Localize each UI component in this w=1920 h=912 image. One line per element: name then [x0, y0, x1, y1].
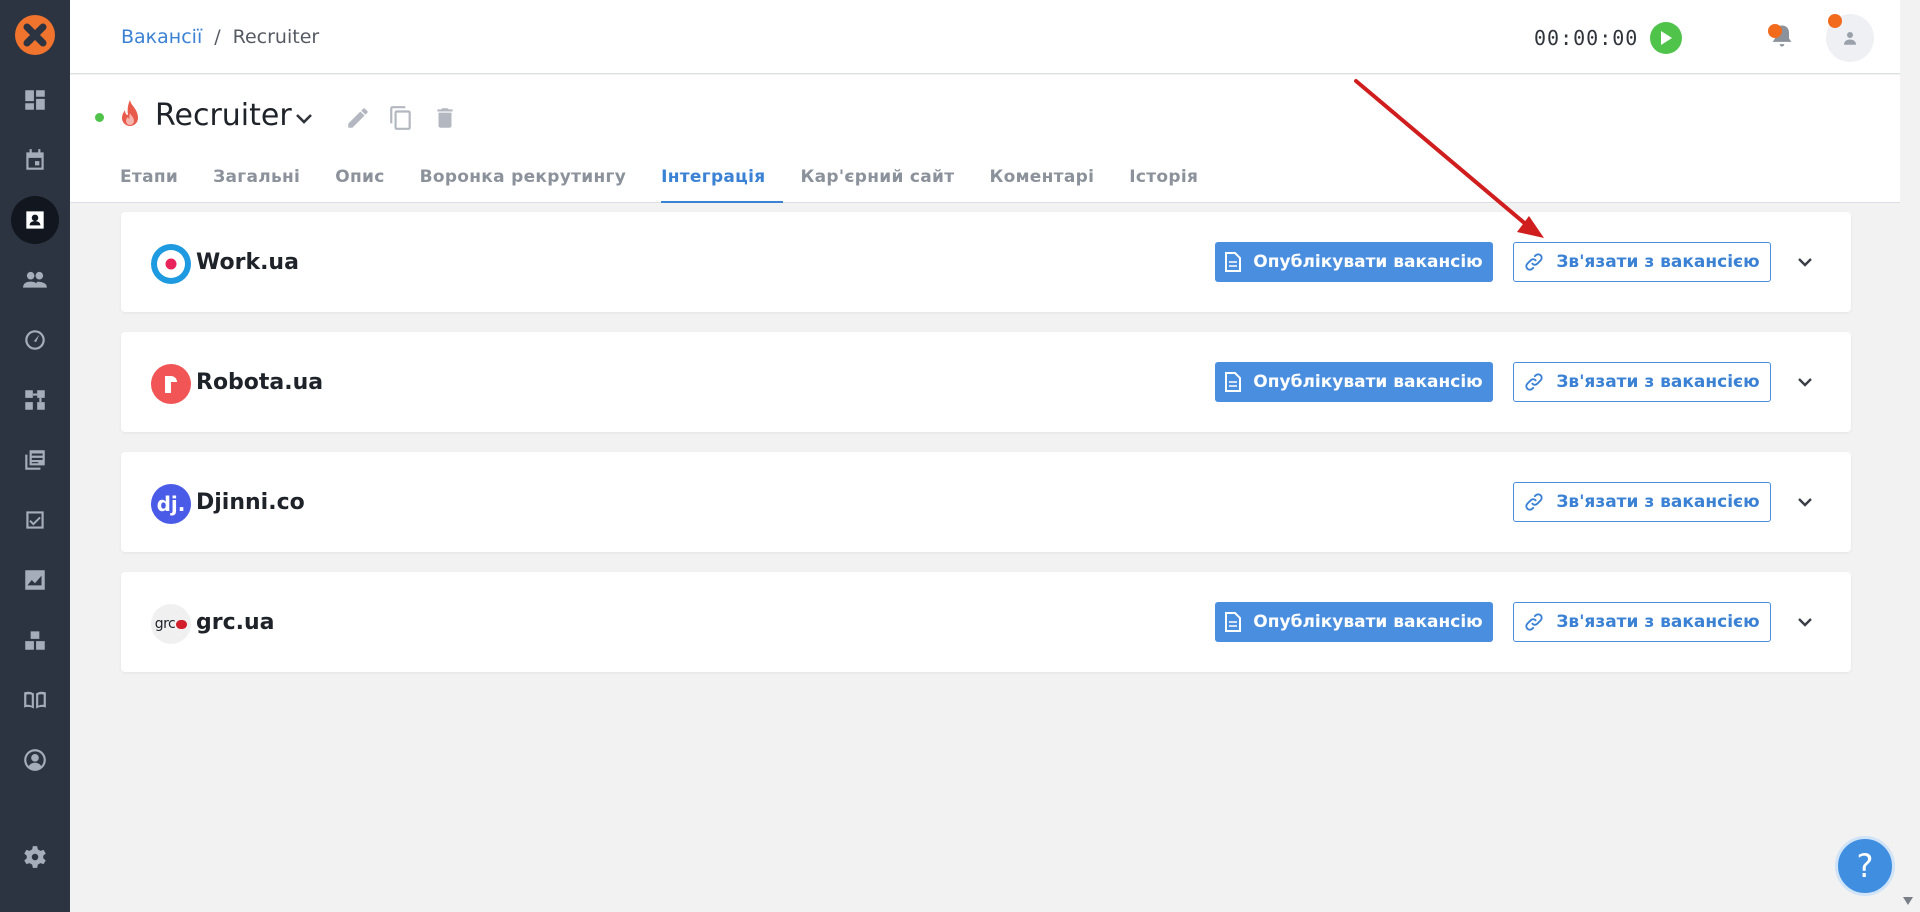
copy-icon[interactable]	[388, 105, 414, 131]
workua-logo	[151, 244, 191, 284]
integrations-icon[interactable]	[11, 616, 59, 664]
link-vacancy-label: Зв'язати з вакансією	[1556, 492, 1760, 512]
breadcrumb-separator: /	[214, 26, 221, 48]
link-vacancy-button[interactable]: Зв'язати з вакансією	[1513, 362, 1771, 402]
pipeline-icon[interactable]	[11, 376, 59, 424]
play-icon	[1661, 31, 1672, 45]
integration-card-grcua: grc grc.ua Опублікувати вакансію Зв'язат…	[121, 572, 1851, 672]
vacancy-title: Recruiter	[155, 98, 292, 133]
tab-recruiting-funnel[interactable]: Воронка рекрутингу	[420, 167, 645, 203]
user-icon	[1844, 32, 1856, 45]
publish-vacancy-button[interactable]: Опублікувати вакансію	[1215, 602, 1493, 642]
sidebar	[0, 0, 70, 912]
integration-name: Work.ua	[196, 250, 299, 275]
integration-name: grc.ua	[196, 610, 275, 635]
link-vacancy-button[interactable]: Зв'язати з вакансією	[1513, 482, 1771, 522]
link-vacancy-button[interactable]: Зв'язати з вакансією	[1513, 242, 1771, 282]
grcua-logo: grc	[151, 604, 191, 644]
reports-icon[interactable]	[11, 556, 59, 604]
tab-career-site[interactable]: Кар'єрний сайт	[800, 167, 972, 203]
integration-card-djinni: dj. Djinni.co Зв'язати з вакансією	[121, 452, 1851, 552]
djinni-logo: dj.	[151, 484, 191, 524]
link-icon	[1525, 253, 1543, 271]
gear-icon[interactable]	[11, 833, 59, 881]
integration-name: Djinni.co	[196, 490, 305, 515]
integration-name: Robota.ua	[196, 370, 324, 395]
vacancy-header: Recruiter Етапи Загальні Опис Воронка ре…	[70, 75, 1900, 203]
chevron-down-icon[interactable]	[1793, 250, 1817, 274]
help-label: ?	[1856, 847, 1874, 885]
djinni-logo-text: dj.	[156, 492, 186, 516]
timer-display: 00:00:00	[1534, 26, 1639, 50]
integration-card-workua: Work.ua Опублікувати вакансію Зв'язати з…	[121, 212, 1851, 312]
publish-vacancy-label: Опублікувати вакансію	[1253, 252, 1483, 272]
link-icon	[1525, 493, 1543, 511]
candidates-icon[interactable]	[11, 256, 59, 304]
breadcrumb: Вакансії / Recruiter	[121, 26, 319, 48]
notification-badge	[1768, 24, 1782, 38]
chevron-down-icon[interactable]	[1793, 610, 1817, 634]
document-icon	[1225, 372, 1242, 392]
profile-icon[interactable]	[11, 736, 59, 784]
link-vacancy-label: Зв'язати з вакансією	[1556, 372, 1760, 392]
link-icon	[1525, 613, 1543, 631]
vacancy-status-dot	[95, 113, 104, 122]
publish-vacancy-label: Опублікувати вакансію	[1253, 372, 1483, 392]
publish-vacancy-button[interactable]: Опублікувати вакансію	[1215, 242, 1493, 282]
vacancies-icon[interactable]	[11, 196, 59, 244]
tab-stages[interactable]: Етапи	[120, 167, 196, 203]
link-vacancy-label: Зв'язати з вакансією	[1556, 612, 1760, 632]
tasks-icon[interactable]	[11, 496, 59, 544]
breadcrumb-current: Recruiter	[232, 26, 320, 48]
tab-integration[interactable]: Інтеграція	[661, 167, 784, 203]
avatar-status-badge	[1828, 14, 1842, 28]
hot-flame-icon	[122, 100, 138, 126]
document-icon	[1225, 612, 1242, 632]
speedometer-icon[interactable]	[11, 316, 59, 364]
trash-icon[interactable]	[432, 105, 458, 131]
edit-pencil-icon[interactable]	[345, 105, 371, 131]
calendar-icon[interactable]	[11, 136, 59, 184]
integration-card-robotaua: Robota.ua Опублікувати вакансію Зв'язати…	[121, 332, 1851, 432]
grcua-logo-text: grc	[154, 616, 176, 632]
timer-play-button[interactable]	[1650, 22, 1682, 54]
tab-description[interactable]: Опис	[335, 167, 402, 203]
library-icon[interactable]	[11, 436, 59, 484]
document-icon	[1225, 252, 1242, 272]
publish-vacancy-label: Опублікувати вакансію	[1253, 612, 1483, 632]
logo-icon[interactable]	[15, 15, 55, 55]
knowledge-book-icon[interactable]	[11, 676, 59, 724]
help-button[interactable]: ?	[1835, 836, 1895, 896]
vacancy-tabs: Етапи Загальні Опис Воронка рекрутингу І…	[120, 167, 1233, 203]
dashboard-icon[interactable]	[11, 76, 59, 124]
chevron-down-icon[interactable]	[1793, 490, 1817, 514]
robotaua-logo	[151, 364, 191, 404]
grcua-logo-badge	[176, 619, 188, 629]
link-icon	[1525, 373, 1543, 391]
publish-vacancy-button[interactable]: Опублікувати вакансію	[1215, 362, 1493, 402]
breadcrumb-vacancies-link[interactable]: Вакансії	[121, 26, 202, 48]
tab-history[interactable]: Історія	[1129, 167, 1216, 203]
link-vacancy-button[interactable]: Зв'язати з вакансією	[1513, 602, 1771, 642]
tab-general[interactable]: Загальні	[213, 167, 318, 203]
scroll-down-arrow-icon[interactable]	[1902, 896, 1914, 906]
chevron-down-icon[interactable]	[1793, 370, 1817, 394]
tab-comments[interactable]: Коментарі	[989, 167, 1112, 203]
chevron-down-icon[interactable]	[292, 107, 316, 131]
link-vacancy-label: Зв'язати з вакансією	[1556, 252, 1760, 272]
